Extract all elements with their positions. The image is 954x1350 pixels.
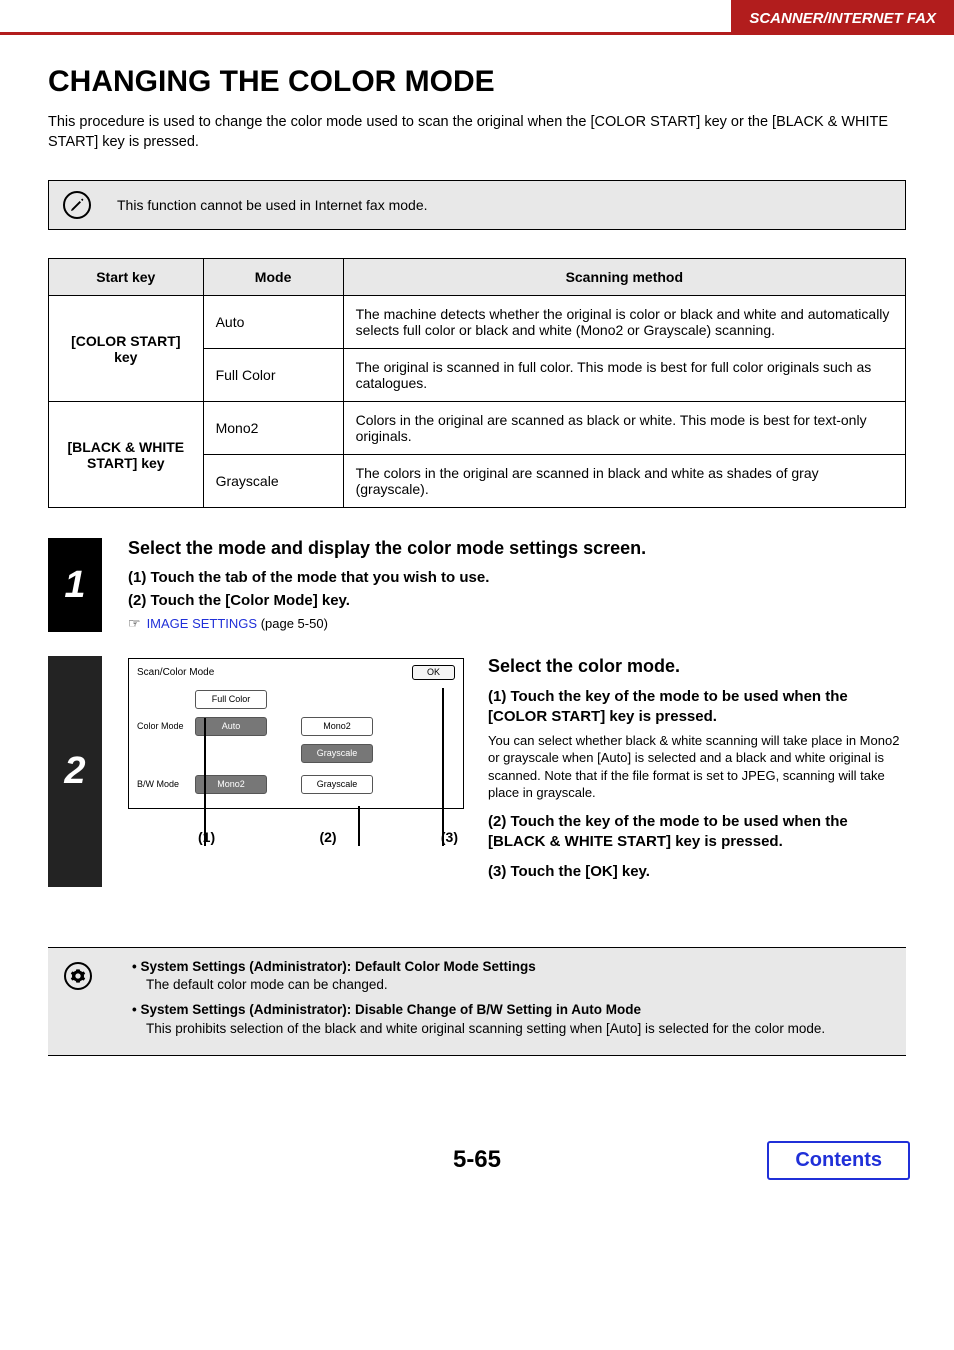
key-bwstart: [BLACK & WHITE START] key (49, 402, 204, 508)
callout-line-1 (204, 718, 206, 846)
th-mode: Mode (203, 259, 343, 296)
key-colorstart: [COLOR START] key (49, 296, 204, 402)
section-header: SCANNER/INTERNET FAX (731, 0, 954, 35)
step1-title: Select the mode and display the color mo… (128, 538, 906, 559)
callout-2: (2) (319, 829, 336, 845)
step2-sub1: (1) Touch the key of the mode to be used… (488, 687, 906, 728)
step-number-1: 1 (48, 538, 102, 632)
method-fullcolor: The original is scanned in full color. T… (343, 349, 905, 402)
step-2: 2 Scan/Color Mode OK Color Mode Full Col… (48, 656, 906, 886)
xref-link[interactable]: IMAGE SETTINGS (147, 616, 258, 631)
btn-mono2-b[interactable]: Mono2 (195, 775, 267, 794)
ui-panel: Scan/Color Mode OK Color Mode Full Color… (128, 658, 464, 809)
admin-b2-title: System Settings (Administrator): Disable… (140, 1002, 641, 1017)
step1-sub1: (1) Touch the tab of the mode that you w… (128, 569, 906, 586)
step2-title: Select the color mode. (488, 656, 906, 677)
btn-fullcolor[interactable]: Full Color (195, 690, 267, 709)
th-startkey: Start key (49, 259, 204, 296)
xref-tail: (page 5-50) (257, 616, 328, 631)
btn-grayscale-b[interactable]: Grayscale (301, 775, 373, 794)
step2-sub2: (2) Touch the key of the mode to be used… (488, 812, 906, 853)
note-box: This function cannot be used in Internet… (48, 180, 906, 230)
th-method: Scanning method (343, 259, 905, 296)
contents-button[interactable]: Contents (767, 1141, 910, 1180)
ok-button[interactable]: OK (412, 665, 455, 680)
btn-auto[interactable]: Auto (195, 717, 267, 736)
panel-title: Scan/Color Mode (137, 668, 214, 678)
mode-fullcolor: Full Color (203, 349, 343, 402)
mode-auto: Auto (203, 296, 343, 349)
btn-grayscale-a[interactable]: Grayscale (301, 744, 373, 763)
method-mono2: Colors in the original are scanned as bl… (343, 402, 905, 455)
xref: ☞ IMAGE SETTINGS (page 5-50) (128, 615, 906, 632)
modes-table: Start key Mode Scanning method [COLOR ST… (48, 258, 906, 508)
pointer-icon: ☞ (128, 615, 141, 632)
admin-b2-desc: This prohibits selection of the black an… (146, 1020, 825, 1039)
callout-line-3 (442, 688, 444, 846)
method-auto: The machine detects whether the original… (343, 296, 905, 349)
method-grayscale: The colors in the original are scanned i… (343, 455, 905, 508)
pencil-icon (63, 191, 91, 219)
admin-b1-title: System Settings (Administrator): Default… (140, 959, 535, 974)
step1-sub2: (2) Touch the [Color Mode] key. (128, 592, 906, 609)
callout-line-2 (358, 806, 360, 846)
note-text: This function cannot be used in Internet… (117, 197, 428, 213)
mode-grayscale: Grayscale (203, 455, 343, 508)
step2-sub1-note: You can select whether black & white sca… (488, 732, 906, 802)
admin-b1-desc: The default color mode can be changed. (146, 976, 825, 995)
callout-1: (1) (198, 829, 215, 845)
panel-label-colormode: Color Mode (137, 722, 195, 731)
page-title: CHANGING THE COLOR MODE (48, 65, 906, 99)
page-number: 5-65 (453, 1146, 501, 1174)
gear-icon (64, 962, 92, 990)
step-1: 1 Select the mode and display the color … (48, 538, 906, 632)
intro-text: This procedure is used to change the col… (48, 113, 906, 152)
step2-sub3: (3) Touch the [OK] key. (488, 862, 906, 882)
btn-mono2-a[interactable]: Mono2 (301, 717, 373, 736)
panel-label-bwmode: B/W Mode (137, 780, 195, 789)
mode-mono2: Mono2 (203, 402, 343, 455)
admin-box: • System Settings (Administrator): Defau… (48, 947, 906, 1057)
step-number-2: 2 (48, 656, 102, 886)
